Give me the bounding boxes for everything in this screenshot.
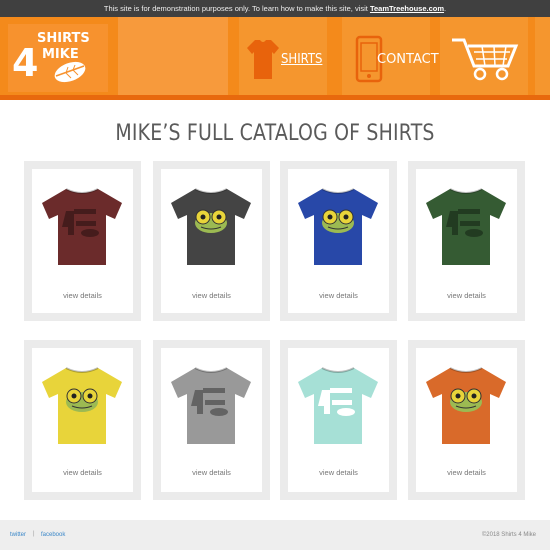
tshirt-icon[interactable] [246, 37, 280, 81]
view-details-link[interactable]: view details [280, 291, 397, 300]
product-card[interactable]: view details [408, 340, 525, 500]
header-tile [118, 17, 228, 95]
page-title: MIKE’S FULL CATALOG OF SHIRTS [115, 121, 435, 146]
product-shirt-image[interactable] [38, 362, 126, 446]
twitter-link[interactable]: twitter [10, 532, 26, 538]
shopping-cart-icon[interactable] [450, 34, 520, 82]
product-card[interactable]: view details [280, 161, 397, 321]
header-edge-tile [535, 17, 550, 95]
product-card[interactable]: view details [280, 340, 397, 500]
view-details-link[interactable]: view details [24, 468, 141, 477]
copyright-text: ©2018 Shirts 4 Mike [481, 532, 536, 538]
logo-number: 4 [12, 41, 38, 85]
leaf-icon [54, 61, 86, 83]
nav-shirts-link[interactable]: SHIRTS [281, 52, 322, 67]
facebook-link[interactable]: facebook [41, 532, 65, 538]
product-shirt-image[interactable] [167, 183, 255, 267]
logo-line1: SHIRTS [37, 31, 90, 46]
product-card[interactable]: view details [408, 161, 525, 321]
demo-notice-bar: This site is for demonstration purposes … [0, 0, 550, 17]
product-shirt-image[interactable] [38, 183, 126, 267]
treehouse-link[interactable]: TeamTreehouse.com [370, 4, 444, 13]
product-card[interactable]: view details [24, 161, 141, 321]
view-details-link[interactable]: view details [153, 291, 270, 300]
site-footer [0, 520, 550, 550]
view-details-link[interactable]: view details [153, 468, 270, 477]
notice-period: . [444, 4, 447, 13]
logo-line2: MIKE [42, 47, 79, 62]
view-details-link[interactable]: view details [408, 468, 525, 477]
product-card[interactable]: view details [24, 340, 141, 500]
header-bottom-border [0, 95, 550, 100]
product-card[interactable]: view details [153, 161, 270, 321]
footer-separator: | [33, 531, 35, 537]
site-logo[interactable]: SHIRTS 4 MIKE [10, 26, 106, 90]
product-shirt-image[interactable] [294, 362, 382, 446]
product-card[interactable]: view details [153, 340, 270, 500]
view-details-link[interactable]: view details [408, 291, 525, 300]
view-details-link[interactable]: view details [24, 291, 141, 300]
nav-contact-link[interactable]: CONTACT [377, 52, 439, 67]
product-shirt-image[interactable] [294, 183, 382, 267]
product-shirt-image[interactable] [422, 362, 510, 446]
notice-text: This site is for demonstration purposes … [103, 4, 368, 13]
product-shirt-image[interactable] [422, 183, 510, 267]
view-details-link[interactable]: view details [280, 468, 397, 477]
product-shirt-image[interactable] [167, 362, 255, 446]
